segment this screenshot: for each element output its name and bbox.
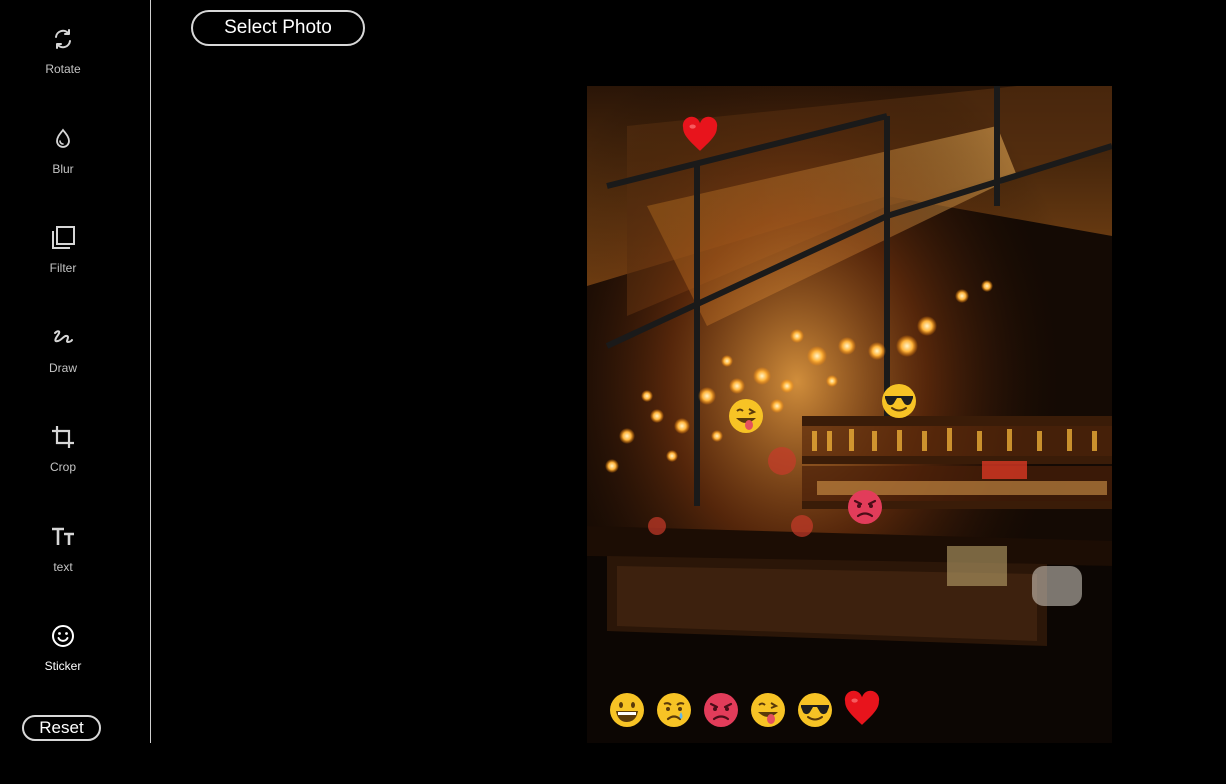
tongue-out-emoji-icon [751, 693, 785, 727]
select-photo-button[interactable]: Select Photo [191, 10, 365, 46]
filter-tool[interactable]: Filter [0, 225, 126, 295]
tongue-out-emoji-icon [729, 399, 763, 433]
filter-label: Filter [49, 261, 77, 275]
tray-sticker-tongue-out[interactable] [749, 691, 787, 729]
sunglasses-emoji-icon [882, 384, 916, 418]
sunglasses-emoji-icon [798, 693, 832, 727]
tool-sidebar: Rotate Blur Filter Draw Crop text Sticke… [0, 0, 151, 743]
crying-emoji-icon [657, 693, 691, 727]
heart-icon [844, 690, 880, 725]
tray-sticker-grin[interactable] [608, 691, 646, 729]
blur-label: Blur [52, 162, 74, 176]
tray-sticker-sunglasses[interactable] [796, 691, 834, 729]
angry-emoji-icon [848, 490, 882, 524]
reset-button[interactable]: Reset [22, 715, 101, 741]
rotate-tool[interactable]: Rotate [0, 26, 126, 96]
angry-emoji-icon [704, 693, 738, 727]
photo-canvas[interactable] [587, 86, 1112, 743]
rotate-icon [50, 26, 76, 52]
tray-sticker-crying[interactable] [655, 691, 693, 729]
crop-icon [50, 424, 76, 450]
rotate-label: Rotate [45, 62, 81, 76]
text-tool[interactable]: text [0, 524, 126, 594]
text-size-icon [50, 524, 76, 550]
placed-angry-sticker[interactable] [846, 488, 884, 526]
crop-tool[interactable]: Crop [0, 424, 126, 494]
draw-label: Draw [48, 361, 77, 375]
draw-squiggle-icon [50, 325, 76, 351]
sticker-tool[interactable]: Sticker [0, 623, 126, 693]
sticker-label: Sticker [44, 659, 82, 673]
smiley-icon [50, 623, 76, 649]
draw-tool[interactable]: Draw [0, 325, 126, 395]
placed-heart-sticker[interactable] [681, 116, 719, 154]
placed-sunglasses-sticker[interactable] [880, 382, 918, 420]
placed-tongue-out-sticker[interactable] [727, 397, 765, 435]
crop-label: Crop [49, 460, 76, 474]
blur-tool[interactable]: Blur [0, 126, 126, 196]
tray-sticker-heart[interactable] [843, 690, 881, 728]
grin-emoji-icon [610, 693, 644, 727]
text-label: text [53, 560, 73, 574]
filter-layers-icon [50, 225, 76, 251]
heart-icon [682, 116, 718, 151]
blur-drop-icon [50, 126, 76, 152]
bar-photo [587, 86, 1112, 743]
tray-sticker-angry[interactable] [702, 691, 740, 729]
